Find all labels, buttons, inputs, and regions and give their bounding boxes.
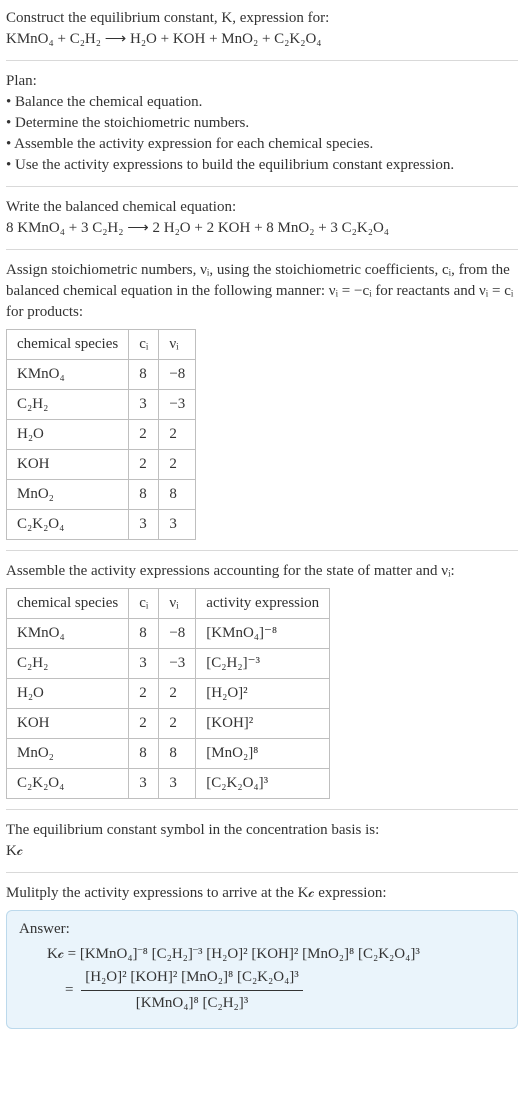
table-row: KMnO₄ 8 −8	[7, 360, 196, 390]
activity-text: Assemble the activity expressions accoun…	[6, 561, 518, 582]
cell-ci: 8	[129, 619, 159, 649]
cell-vi: 8	[159, 739, 196, 769]
table-row: KOH 2 2 [KOH]²	[7, 709, 330, 739]
divider	[6, 186, 518, 187]
answer-frac-line: = [H₂O]² [KOH]² [MnO₂]⁸ [C₂K₂O₄]³ [KMnO₄…	[47, 967, 505, 1014]
kc-block: The equilibrium constant symbol in the c…	[6, 820, 518, 862]
plan-bullet: • Use the activity expressions to build …	[6, 157, 454, 173]
cell-ci: 8	[129, 360, 159, 390]
cell-ci: 3	[129, 510, 159, 540]
table-row: C₂H₂ 3 −3	[7, 390, 196, 420]
cell-vi: −3	[159, 649, 196, 679]
divider	[6, 872, 518, 873]
cell-vi: −8	[159, 619, 196, 649]
cell-vi: 2	[159, 420, 196, 450]
table-header: chemical species	[7, 330, 129, 360]
cell-species: KMnO₄	[7, 619, 129, 649]
cell-species: KOH	[7, 450, 129, 480]
cell-ci: 3	[129, 390, 159, 420]
cell-vi: 2	[159, 450, 196, 480]
cell-vi: 3	[159, 510, 196, 540]
cell-activity: [C₂H₂]⁻³	[196, 649, 330, 679]
plan-heading: Plan:	[6, 73, 37, 89]
cell-species: C₂K₂O₄	[7, 510, 129, 540]
intro-block: Construct the equilibrium constant, K, e…	[6, 8, 518, 50]
kc-line1: The equilibrium constant symbol in the c…	[6, 822, 379, 838]
plan-bullet: • Balance the chemical equation.	[6, 94, 202, 110]
cell-ci: 8	[129, 480, 159, 510]
cell-vi: 2	[159, 679, 196, 709]
unbalanced-equation: KMnO₄ + C₂H₂ ⟶ H₂O + KOH + MnO₂ + C₂K₂O₄	[6, 31, 322, 47]
activity-table: chemical species cᵢ νᵢ activity expressi…	[6, 588, 330, 799]
cell-ci: 3	[129, 649, 159, 679]
balanced-block: Write the balanced chemical equation: 8 …	[6, 197, 518, 239]
balanced-heading: Write the balanced chemical equation:	[6, 199, 236, 215]
cell-species: MnO₂	[7, 739, 129, 769]
answer-expression: K𝒸 = [KMnO₄]⁻⁸ [C₂H₂]⁻³ [H₂O]² [KOH]² [M…	[19, 944, 505, 1014]
cell-species: C₂K₂O₄	[7, 769, 129, 799]
cell-vi: 8	[159, 480, 196, 510]
table-header: cᵢ	[129, 589, 159, 619]
fraction-numerator: [H₂O]² [KOH]² [MnO₂]⁸ [C₂K₂O₄]³	[81, 967, 303, 991]
table-row: C₂K₂O₄ 3 3	[7, 510, 196, 540]
table-header: νᵢ	[159, 589, 196, 619]
kc-symbol: K𝒸	[6, 843, 23, 859]
cell-vi: 2	[159, 709, 196, 739]
multiply-text: Mulitply the activity expressions to arr…	[6, 883, 518, 904]
answer-box: Answer: K𝒸 = [KMnO₄]⁻⁸ [C₂H₂]⁻³ [H₂O]² […	[6, 910, 518, 1029]
stoich-table: chemical species cᵢ νᵢ KMnO₄ 8 −8 C₂H₂ 3…	[6, 329, 196, 540]
stoich-text: Assign stoichiometric numbers, νᵢ, using…	[6, 260, 518, 323]
table-row: H₂O 2 2 [H₂O]²	[7, 679, 330, 709]
cell-species: KMnO₄	[7, 360, 129, 390]
table-row: H₂O 2 2	[7, 420, 196, 450]
cell-species: KOH	[7, 709, 129, 739]
cell-species: C₂H₂	[7, 649, 129, 679]
cell-activity: [KOH]²	[196, 709, 330, 739]
divider	[6, 60, 518, 61]
cell-activity: [KMnO₄]⁻⁸	[196, 619, 330, 649]
divider	[6, 809, 518, 810]
cell-vi: −8	[159, 360, 196, 390]
cell-ci: 2	[129, 679, 159, 709]
table-header: νᵢ	[159, 330, 196, 360]
plan-bullet: • Determine the stoichiometric numbers.	[6, 115, 249, 131]
cell-ci: 2	[129, 450, 159, 480]
table-header: activity expression	[196, 589, 330, 619]
table-row: KOH 2 2	[7, 450, 196, 480]
balanced-equation: 8 KMnO₄ + 3 C₂H₂ ⟶ 2 H₂O + 2 KOH + 8 MnO…	[6, 220, 389, 236]
table-row: MnO₂ 8 8	[7, 480, 196, 510]
cell-vi: −3	[159, 390, 196, 420]
cell-activity: [H₂O]²	[196, 679, 330, 709]
answer-flat-line: K𝒸 = [KMnO₄]⁻⁸ [C₂H₂]⁻³ [H₂O]² [KOH]² [M…	[47, 944, 505, 965]
cell-ci: 2	[129, 420, 159, 450]
cell-species: MnO₂	[7, 480, 129, 510]
cell-ci: 2	[129, 709, 159, 739]
divider	[6, 249, 518, 250]
table-header: cᵢ	[129, 330, 159, 360]
cell-ci: 3	[129, 769, 159, 799]
fraction-denominator: [KMnO₄]⁸ [C₂H₂]³	[81, 991, 303, 1014]
cell-species: C₂H₂	[7, 390, 129, 420]
intro-line1: Construct the equilibrium constant, K, e…	[6, 10, 329, 26]
table-row: C₂H₂ 3 −3 [C₂H₂]⁻³	[7, 649, 330, 679]
table-row: C₂K₂O₄ 3 3 [C₂K₂O₄]³	[7, 769, 330, 799]
plan-bullet: • Assemble the activity expression for e…	[6, 136, 373, 152]
answer-equals: =	[47, 980, 73, 1001]
answer-fraction: [H₂O]² [KOH]² [MnO₂]⁸ [C₂K₂O₄]³ [KMnO₄]⁸…	[81, 967, 303, 1014]
table-row: KMnO₄ 8 −8 [KMnO₄]⁻⁸	[7, 619, 330, 649]
cell-vi: 3	[159, 769, 196, 799]
cell-species: H₂O	[7, 420, 129, 450]
plan-block: Plan: • Balance the chemical equation. •…	[6, 71, 518, 176]
answer-label: Answer:	[19, 919, 505, 940]
table-row: MnO₂ 8 8 [MnO₂]⁸	[7, 739, 330, 769]
document-root: Construct the equilibrium constant, K, e…	[0, 0, 524, 1049]
cell-species: H₂O	[7, 679, 129, 709]
divider	[6, 550, 518, 551]
cell-ci: 8	[129, 739, 159, 769]
cell-activity: [C₂K₂O₄]³	[196, 769, 330, 799]
cell-activity: [MnO₂]⁸	[196, 739, 330, 769]
table-header: chemical species	[7, 589, 129, 619]
